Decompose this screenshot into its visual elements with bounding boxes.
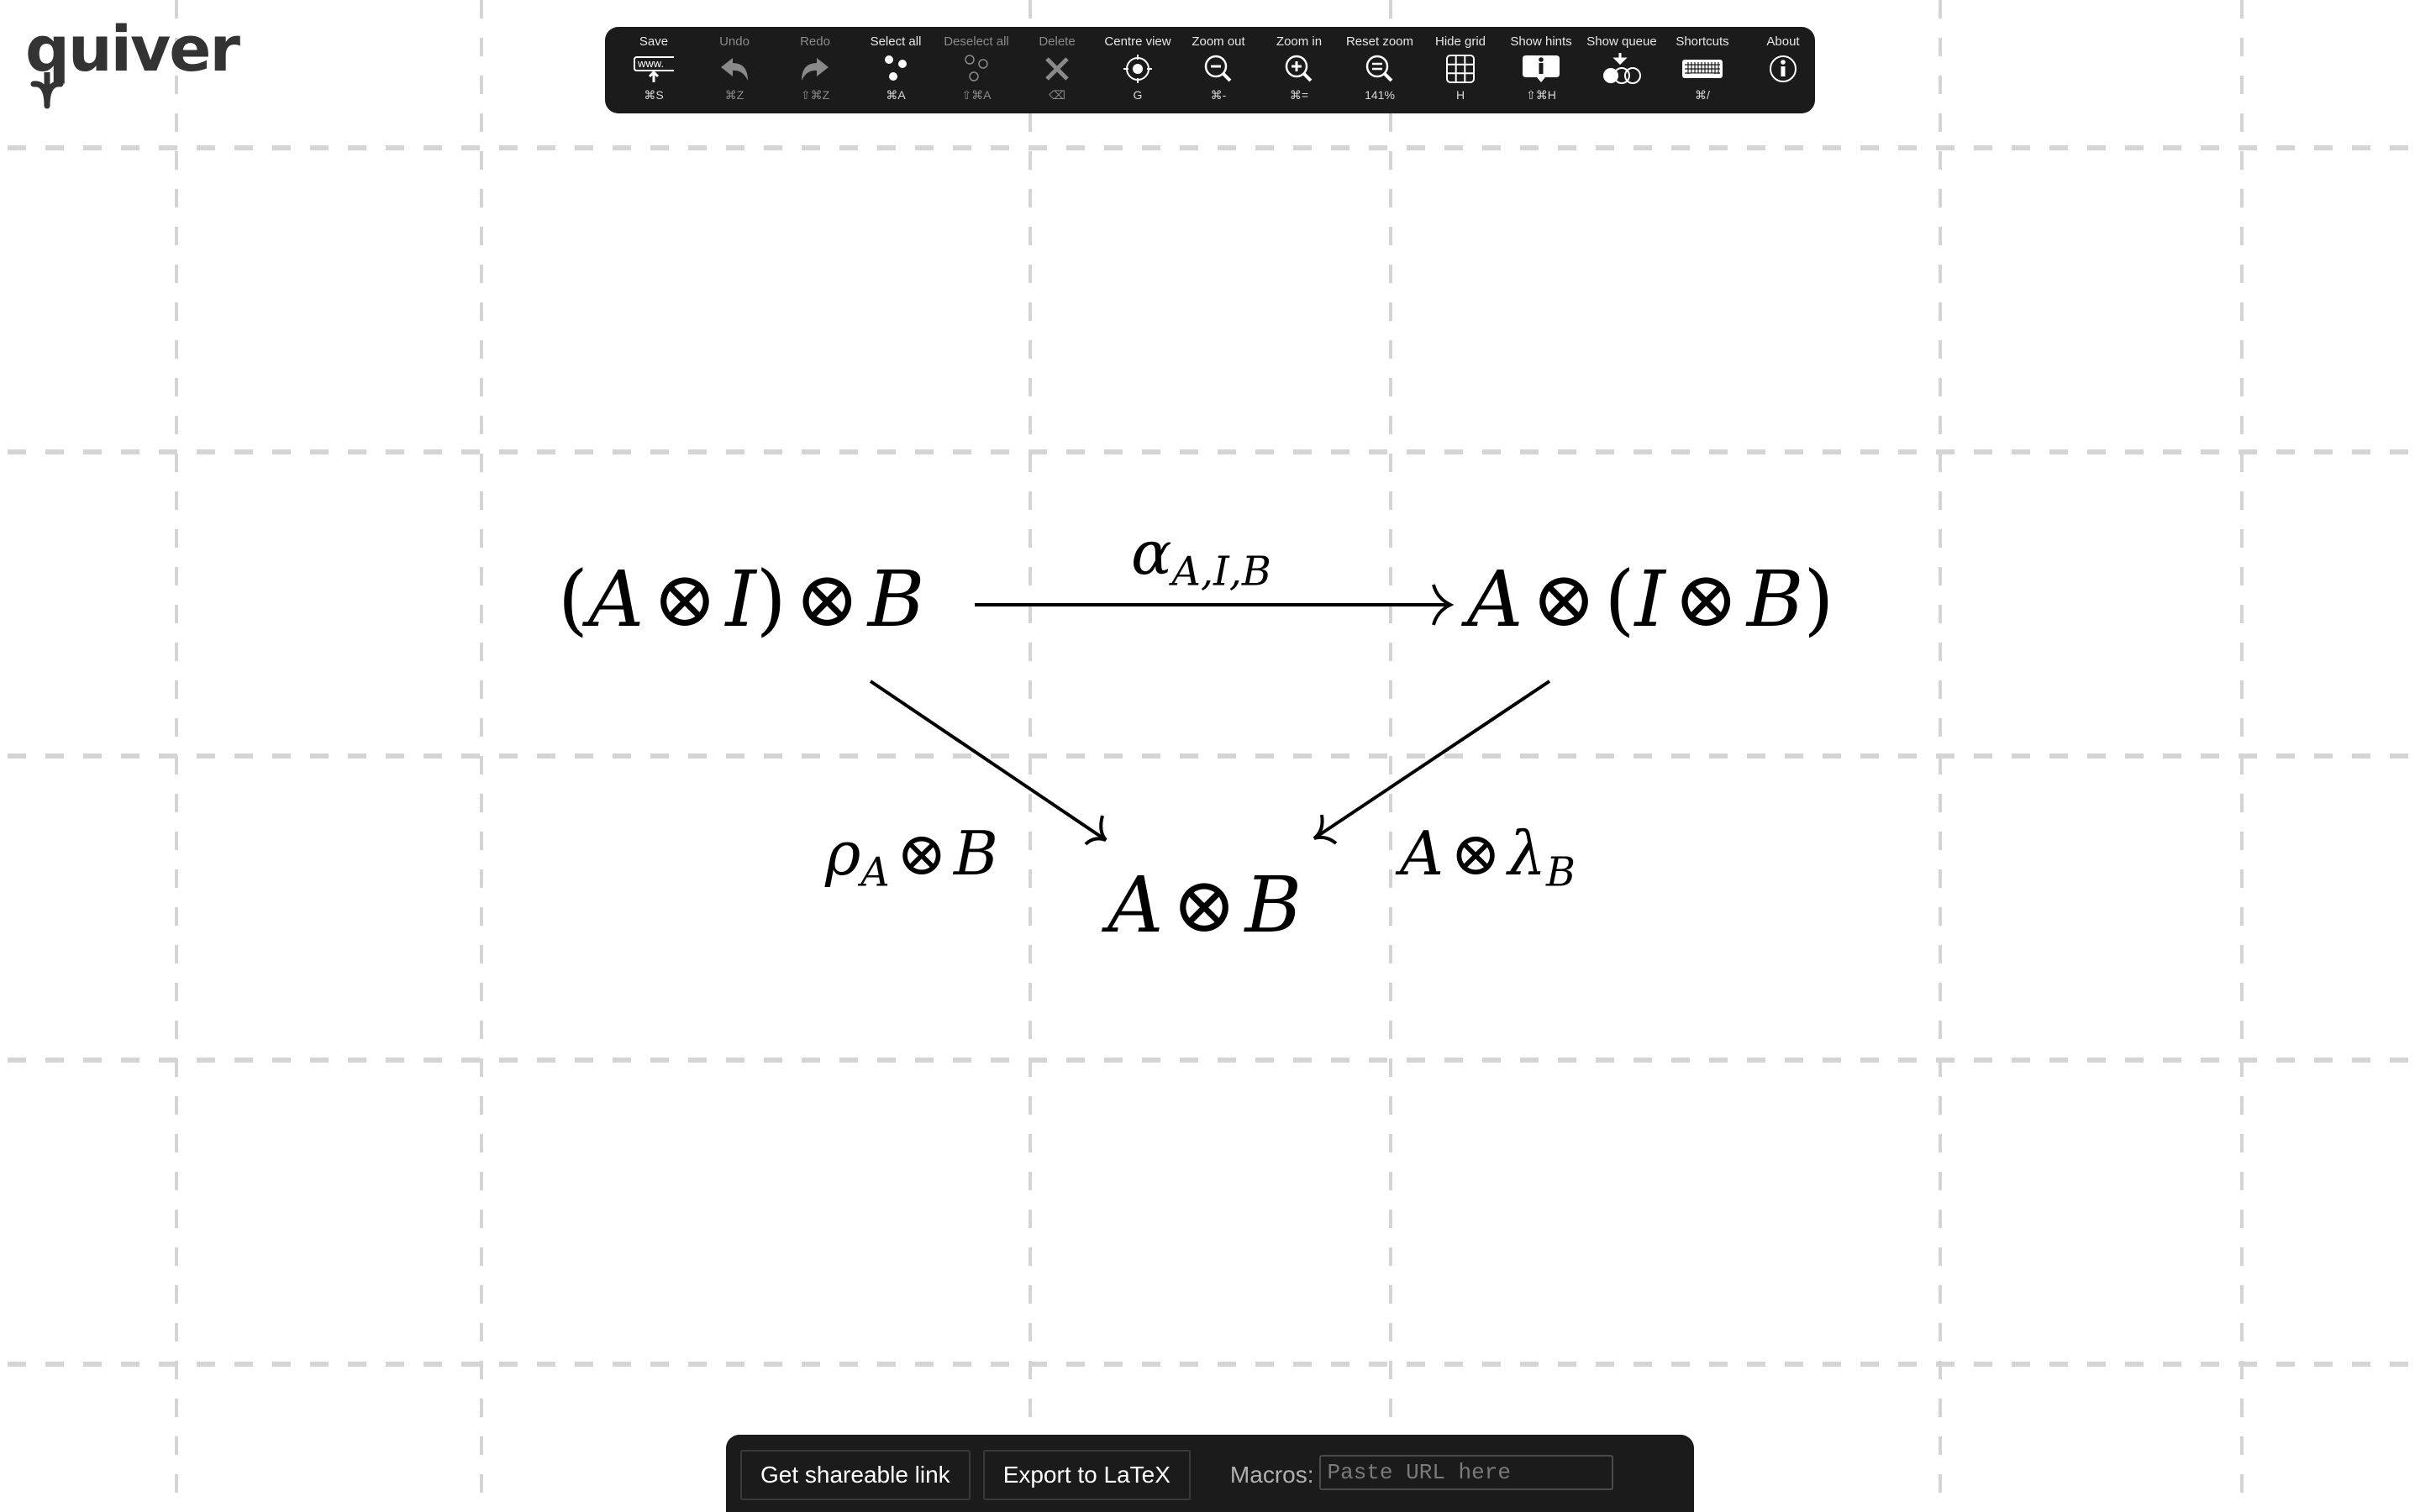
get-shareable-link-button[interactable]: Get shareable link <box>740 1450 971 1500</box>
export-panel: Get shareable link Export to LaTeX Macro… <box>726 1435 1694 1512</box>
object-i: I <box>1634 554 1665 644</box>
edge-rho-line <box>869 680 1107 842</box>
tensor-symbol: ⊗ <box>1531 554 1597 644</box>
diagram-canvas <box>869 584 1551 846</box>
alpha-subscript: A,I,B <box>1171 549 1271 596</box>
paren-open: ( <box>1604 554 1635 644</box>
edge-lambda-line <box>1313 680 1551 840</box>
lambda-symbol: λ <box>1507 818 1546 889</box>
node-bottom[interactable]: A ⊗ B <box>1107 867 1302 944</box>
label-lambda[interactable]: A ⊗ λB <box>1400 823 1576 893</box>
alpha-symbol: α <box>1131 517 1172 588</box>
object-a: A <box>1467 554 1523 644</box>
label-alpha[interactable]: αA,I,B <box>1131 522 1271 592</box>
rho-subscript: A <box>860 849 890 896</box>
label-rho[interactable]: ρA ⊗ B <box>825 823 998 893</box>
paren-close: ) <box>755 554 786 644</box>
lambda-subscript: B <box>1545 849 1576 896</box>
tensor-symbol: ⊗ <box>1673 554 1739 644</box>
object-b: B <box>1244 860 1302 950</box>
object-a: A <box>1107 860 1164 950</box>
paren-close: ) <box>1803 554 1834 644</box>
object-b: B <box>953 818 998 889</box>
object-b: B <box>867 554 925 644</box>
tensor-symbol: ⊗ <box>652 554 718 644</box>
node-target[interactable]: A ⊗ (I ⊗ B) <box>1467 561 1833 638</box>
tensor-symbol: ⊗ <box>794 554 860 644</box>
object-i: I <box>725 554 756 644</box>
object-b: B <box>1746 554 1804 644</box>
tensor-symbol: ⊗ <box>896 818 947 889</box>
rho-symbol: ρ <box>825 818 861 889</box>
node-source[interactable]: (A ⊗ I) ⊗ B <box>558 561 924 638</box>
paren-open: ( <box>558 554 588 644</box>
macros-url-input[interactable] <box>1318 1455 1613 1490</box>
object-a: A <box>1400 818 1444 889</box>
tensor-symbol: ⊗ <box>1171 860 1237 950</box>
export-to-latex-button[interactable]: Export to LaTeX <box>982 1450 1191 1500</box>
macros-label: Macros: <box>1229 1462 1314 1488</box>
object-a: A <box>587 554 644 644</box>
tensor-symbol: ⊗ <box>1450 818 1502 889</box>
